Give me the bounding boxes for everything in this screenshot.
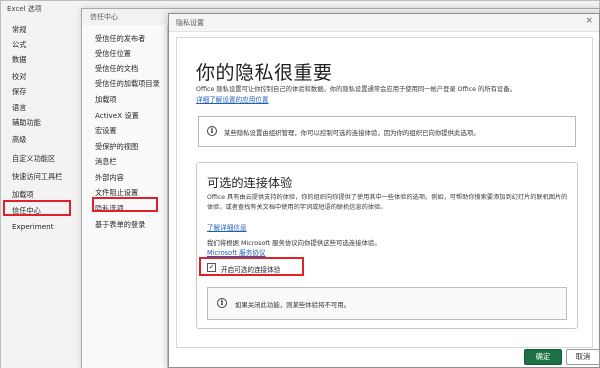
tc-trusted-locations[interactable]: 受信任位置 — [95, 47, 131, 61]
info-icon: i — [217, 298, 227, 308]
org-managed-notice: i 某些隐私设置由组织管理，你可以控制可选的连接体验，因为你的组织已向你提供此选… — [198, 116, 576, 147]
org-notice-text: 某些隐私设置由组织管理，你可以控制可选的连接体验，因为你的组织已向你提供此选项。 — [224, 129, 480, 137]
excel-options-title: Excel 选项 — [7, 5, 42, 13]
learn-more-row: 详细了解设置的应用位置 — [196, 94, 269, 104]
nav-general[interactable]: 常规 — [12, 23, 26, 37]
privacy-description: Office 隐私设置可让你控制自己的体验和数据。你的隐私设置通常会应用于使用同… — [196, 86, 516, 93]
tc-trusted-publishers[interactable]: 受信任的发布者 — [95, 32, 145, 46]
nav-formulas[interactable]: 公式 — [12, 38, 26, 52]
nav-proofing[interactable]: 校对 — [12, 70, 26, 84]
tc-trusted-documents[interactable]: 受信任的文档 — [95, 62, 138, 76]
nav-save[interactable]: 保存 — [12, 85, 26, 99]
privacy-heading: 你的隐私很重要 — [196, 62, 333, 84]
tc-add-ins[interactable]: 加载项 — [95, 93, 117, 107]
nav-data[interactable]: 数据 — [12, 53, 26, 67]
tc-message-bar[interactable]: 消息栏 — [95, 155, 117, 169]
learn-more-link[interactable]: 了解详细信息 — [207, 224, 247, 232]
nav-advanced[interactable]: 高级 — [12, 133, 26, 147]
cancel-button[interactable]: 取消 — [566, 349, 600, 365]
optional-experiences-checkbox[interactable]: ✓ — [207, 263, 216, 272]
learn-where-settings-apply-link[interactable]: 详细了解设置的应用位置 — [196, 96, 269, 104]
off-notice-text: 如果关闭此功能，则某些体验将不可用。 — [235, 301, 351, 309]
tc-external-content[interactable]: 外部内容 — [95, 171, 124, 185]
trust-center-nav: 受信任的发布者 受信任位置 受信任的文档 受信任的加载项目录 加载项 Activ… — [82, 25, 168, 368]
close-icon[interactable]: × — [585, 16, 593, 26]
info-icon: i — [207, 126, 217, 136]
ok-button[interactable]: 确定 — [524, 349, 562, 365]
optional-experiences-description: Office 具有由云提供支持的体验，你的组织向你提供了使用其中一些体验的选项。… — [207, 194, 568, 211]
service-agreement-row: Microsoft 服务协议 — [207, 247, 265, 257]
tc-macro-settings[interactable]: 宏设置 — [95, 124, 117, 138]
tc-trusted-addin-catalogs[interactable]: 受信任的加载项目录 — [95, 77, 160, 91]
tc-protected-view[interactable]: 受保护的视图 — [95, 140, 138, 154]
nav-customize-ribbon[interactable]: 自定义功能区 — [12, 152, 55, 166]
learn-more-row-2: 了解详细信息 — [207, 222, 247, 232]
nav-add-ins[interactable]: 加载项 — [12, 188, 34, 202]
tc-activex-settings[interactable]: ActiveX 设置 — [95, 109, 139, 123]
trust-center-title: 信任中心 — [90, 13, 118, 21]
privacy-dialog-title: 隐私设置 — [176, 19, 204, 27]
optional-connected-experiences-group: 可选的连接体验 Office 具有由云提供支持的体验，你的组织向你提供了使用其中… — [196, 162, 578, 329]
tc-form-based-signin[interactable]: 基于表单的登录 — [95, 218, 145, 232]
nav-language[interactable]: 语言 — [12, 101, 26, 115]
nav-experiment[interactable]: Experiment — [12, 220, 54, 234]
optional-experiences-checkbox-label[interactable]: 开启可选的连接体验 — [221, 264, 280, 274]
service-agreement-text: 我们将根据 Microsoft 服务协议向你提供这些可选连接体验。 — [207, 239, 381, 247]
tc-privacy-options[interactable]: 隐私选项 — [95, 202, 124, 216]
optional-experiences-heading: 可选的连接体验 — [207, 176, 293, 190]
excel-options-nav: 常规 公式 数据 校对 保存 语言 辅助功能 高级 自定义功能区 快速访问工具栏… — [1, 18, 83, 368]
nav-accessibility[interactable]: 辅助功能 — [12, 116, 41, 130]
microsoft-services-agreement-link[interactable]: Microsoft 服务协议 — [207, 249, 265, 257]
off-notice-box: i 如果关闭此功能，则某些体验将不可用。 — [207, 287, 567, 320]
tc-file-block-settings[interactable]: 文件阻止设置 — [95, 186, 138, 200]
nav-quick-access-toolbar[interactable]: 快速访问工具栏 — [12, 170, 62, 184]
privacy-dialog-titlebar: 隐私设置 × — [169, 14, 599, 32]
nav-trust-center[interactable]: 信任中心 — [12, 204, 41, 218]
